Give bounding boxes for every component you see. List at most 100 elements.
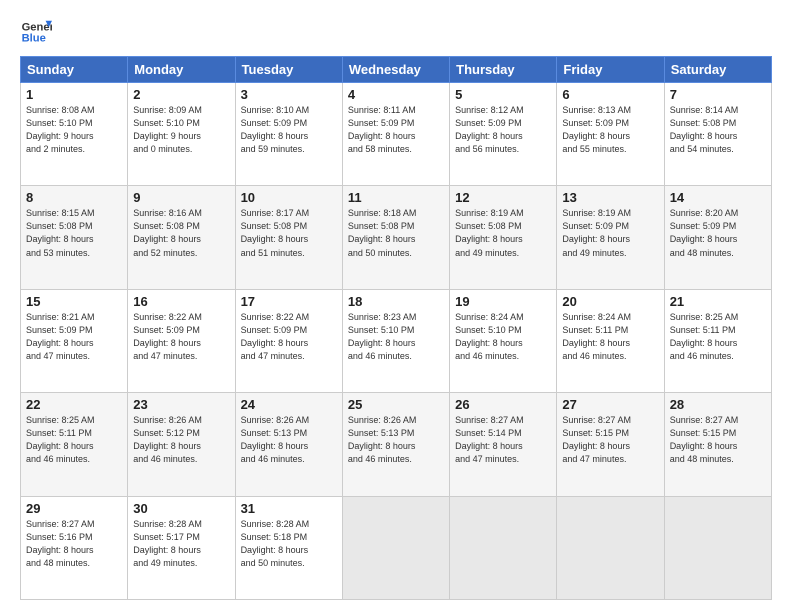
day-number: 29 bbox=[26, 501, 122, 516]
day-number: 21 bbox=[670, 294, 766, 309]
day-info: Sunrise: 8:26 AM Sunset: 5:13 PM Dayligh… bbox=[241, 414, 337, 466]
day-info: Sunrise: 8:27 AM Sunset: 5:16 PM Dayligh… bbox=[26, 518, 122, 570]
day-info: Sunrise: 8:24 AM Sunset: 5:10 PM Dayligh… bbox=[455, 311, 551, 363]
day-number: 1 bbox=[26, 87, 122, 102]
week-row-3: 15 Sunrise: 8:21 AM Sunset: 5:09 PM Dayli… bbox=[21, 289, 772, 392]
week-row-1: 1 Sunrise: 8:08 AM Sunset: 5:10 PM Daylig… bbox=[21, 83, 772, 186]
day-cell-2: 2 Sunrise: 8:09 AM Sunset: 5:10 PM Daylig… bbox=[128, 83, 235, 186]
day-cell-10: 10 Sunrise: 8:17 AM Sunset: 5:08 PM Dayli… bbox=[235, 186, 342, 289]
day-number: 27 bbox=[562, 397, 658, 412]
day-info: Sunrise: 8:21 AM Sunset: 5:09 PM Dayligh… bbox=[26, 311, 122, 363]
day-cell-30: 30 Sunrise: 8:28 AM Sunset: 5:17 PM Dayli… bbox=[128, 496, 235, 599]
col-header-sunday: Sunday bbox=[21, 57, 128, 83]
day-info: Sunrise: 8:26 AM Sunset: 5:12 PM Dayligh… bbox=[133, 414, 229, 466]
day-number: 20 bbox=[562, 294, 658, 309]
day-number: 15 bbox=[26, 294, 122, 309]
day-cell-1: 1 Sunrise: 8:08 AM Sunset: 5:10 PM Daylig… bbox=[21, 83, 128, 186]
day-info: Sunrise: 8:18 AM Sunset: 5:08 PM Dayligh… bbox=[348, 207, 444, 259]
day-info: Sunrise: 8:22 AM Sunset: 5:09 PM Dayligh… bbox=[241, 311, 337, 363]
day-info: Sunrise: 8:25 AM Sunset: 5:11 PM Dayligh… bbox=[670, 311, 766, 363]
col-header-friday: Friday bbox=[557, 57, 664, 83]
page: General Blue SundayMondayTuesdayWednesda… bbox=[0, 0, 792, 612]
day-cell-25: 25 Sunrise: 8:26 AM Sunset: 5:13 PM Dayli… bbox=[342, 393, 449, 496]
day-cell-13: 13 Sunrise: 8:19 AM Sunset: 5:09 PM Dayli… bbox=[557, 186, 664, 289]
logo: General Blue bbox=[20, 16, 52, 48]
col-header-tuesday: Tuesday bbox=[235, 57, 342, 83]
col-header-wednesday: Wednesday bbox=[342, 57, 449, 83]
day-info: Sunrise: 8:14 AM Sunset: 5:08 PM Dayligh… bbox=[670, 104, 766, 156]
day-info: Sunrise: 8:13 AM Sunset: 5:09 PM Dayligh… bbox=[562, 104, 658, 156]
day-cell-23: 23 Sunrise: 8:26 AM Sunset: 5:12 PM Dayli… bbox=[128, 393, 235, 496]
day-cell-18: 18 Sunrise: 8:23 AM Sunset: 5:10 PM Dayli… bbox=[342, 289, 449, 392]
day-info: Sunrise: 8:27 AM Sunset: 5:14 PM Dayligh… bbox=[455, 414, 551, 466]
col-header-thursday: Thursday bbox=[450, 57, 557, 83]
day-number: 31 bbox=[241, 501, 337, 516]
day-cell-21: 21 Sunrise: 8:25 AM Sunset: 5:11 PM Dayli… bbox=[664, 289, 771, 392]
day-number: 26 bbox=[455, 397, 551, 412]
day-info: Sunrise: 8:10 AM Sunset: 5:09 PM Dayligh… bbox=[241, 104, 337, 156]
day-info: Sunrise: 8:09 AM Sunset: 5:10 PM Dayligh… bbox=[133, 104, 229, 156]
day-cell-11: 11 Sunrise: 8:18 AM Sunset: 5:08 PM Dayli… bbox=[342, 186, 449, 289]
day-number: 18 bbox=[348, 294, 444, 309]
day-cell-24: 24 Sunrise: 8:26 AM Sunset: 5:13 PM Dayli… bbox=[235, 393, 342, 496]
day-number: 2 bbox=[133, 87, 229, 102]
week-row-2: 8 Sunrise: 8:15 AM Sunset: 5:08 PM Daylig… bbox=[21, 186, 772, 289]
day-cell-6: 6Sunrise: 8:13 AM Sunset: 5:09 PM Daylig… bbox=[557, 83, 664, 186]
day-number: 23 bbox=[133, 397, 229, 412]
day-number: 9 bbox=[133, 190, 229, 205]
day-cell-27: 27Sunrise: 8:27 AM Sunset: 5:15 PM Dayli… bbox=[557, 393, 664, 496]
empty-cell bbox=[664, 496, 771, 599]
day-cell-3: 3 Sunrise: 8:10 AM Sunset: 5:09 PM Daylig… bbox=[235, 83, 342, 186]
empty-cell bbox=[557, 496, 664, 599]
day-cell-17: 17 Sunrise: 8:22 AM Sunset: 5:09 PM Dayli… bbox=[235, 289, 342, 392]
day-number: 11 bbox=[348, 190, 444, 205]
day-number: 12 bbox=[455, 190, 551, 205]
day-info: Sunrise: 8:17 AM Sunset: 5:08 PM Dayligh… bbox=[241, 207, 337, 259]
day-info: Sunrise: 8:25 AM Sunset: 5:11 PM Dayligh… bbox=[26, 414, 122, 466]
day-number: 7 bbox=[670, 87, 766, 102]
day-number: 28 bbox=[670, 397, 766, 412]
day-number: 25 bbox=[348, 397, 444, 412]
day-number: 10 bbox=[241, 190, 337, 205]
day-cell-29: 29 Sunrise: 8:27 AM Sunset: 5:16 PM Dayli… bbox=[21, 496, 128, 599]
day-info: Sunrise: 8:28 AM Sunset: 5:17 PM Dayligh… bbox=[133, 518, 229, 570]
day-cell-26: 26 Sunrise: 8:27 AM Sunset: 5:14 PM Dayli… bbox=[450, 393, 557, 496]
empty-cell bbox=[450, 496, 557, 599]
day-info: Sunrise: 8:28 AM Sunset: 5:18 PM Dayligh… bbox=[241, 518, 337, 570]
week-row-5: 29 Sunrise: 8:27 AM Sunset: 5:16 PM Dayli… bbox=[21, 496, 772, 599]
day-number: 30 bbox=[133, 501, 229, 516]
day-info: Sunrise: 8:23 AM Sunset: 5:10 PM Dayligh… bbox=[348, 311, 444, 363]
day-info: Sunrise: 8:08 AM Sunset: 5:10 PM Dayligh… bbox=[26, 104, 122, 156]
day-number: 17 bbox=[241, 294, 337, 309]
day-cell-5: 5 Sunrise: 8:12 AM Sunset: 5:09 PM Daylig… bbox=[450, 83, 557, 186]
day-cell-31: 31 Sunrise: 8:28 AM Sunset: 5:18 PM Dayli… bbox=[235, 496, 342, 599]
day-info: Sunrise: 8:19 AM Sunset: 5:08 PM Dayligh… bbox=[455, 207, 551, 259]
day-cell-22: 22Sunrise: 8:25 AM Sunset: 5:11 PM Dayli… bbox=[21, 393, 128, 496]
day-cell-9: 9Sunrise: 8:16 AM Sunset: 5:08 PM Daylig… bbox=[128, 186, 235, 289]
day-number: 3 bbox=[241, 87, 337, 102]
day-cell-28: 28Sunrise: 8:27 AM Sunset: 5:15 PM Dayli… bbox=[664, 393, 771, 496]
day-info: Sunrise: 8:12 AM Sunset: 5:09 PM Dayligh… bbox=[455, 104, 551, 156]
day-cell-8: 8 Sunrise: 8:15 AM Sunset: 5:08 PM Daylig… bbox=[21, 186, 128, 289]
day-cell-12: 12 Sunrise: 8:19 AM Sunset: 5:08 PM Dayli… bbox=[450, 186, 557, 289]
day-info: Sunrise: 8:26 AM Sunset: 5:13 PM Dayligh… bbox=[348, 414, 444, 466]
day-cell-15: 15 Sunrise: 8:21 AM Sunset: 5:09 PM Dayli… bbox=[21, 289, 128, 392]
day-info: Sunrise: 8:15 AM Sunset: 5:08 PM Dayligh… bbox=[26, 207, 122, 259]
day-number: 19 bbox=[455, 294, 551, 309]
day-info: Sunrise: 8:20 AM Sunset: 5:09 PM Dayligh… bbox=[670, 207, 766, 259]
day-number: 24 bbox=[241, 397, 337, 412]
week-row-4: 22Sunrise: 8:25 AM Sunset: 5:11 PM Dayli… bbox=[21, 393, 772, 496]
day-info: Sunrise: 8:19 AM Sunset: 5:09 PM Dayligh… bbox=[562, 207, 658, 259]
day-number: 13 bbox=[562, 190, 658, 205]
svg-text:Blue: Blue bbox=[22, 33, 46, 45]
day-cell-7: 7 Sunrise: 8:14 AM Sunset: 5:08 PM Daylig… bbox=[664, 83, 771, 186]
day-number: 8 bbox=[26, 190, 122, 205]
logo-icon: General Blue bbox=[20, 16, 52, 48]
day-number: 5 bbox=[455, 87, 551, 102]
header: General Blue bbox=[20, 16, 772, 48]
day-cell-4: 4Sunrise: 8:11 AM Sunset: 5:09 PM Daylig… bbox=[342, 83, 449, 186]
day-number: 14 bbox=[670, 190, 766, 205]
col-header-monday: Monday bbox=[128, 57, 235, 83]
header-row: SundayMondayTuesdayWednesdayThursdayFrid… bbox=[21, 57, 772, 83]
day-cell-19: 19 Sunrise: 8:24 AM Sunset: 5:10 PM Dayli… bbox=[450, 289, 557, 392]
